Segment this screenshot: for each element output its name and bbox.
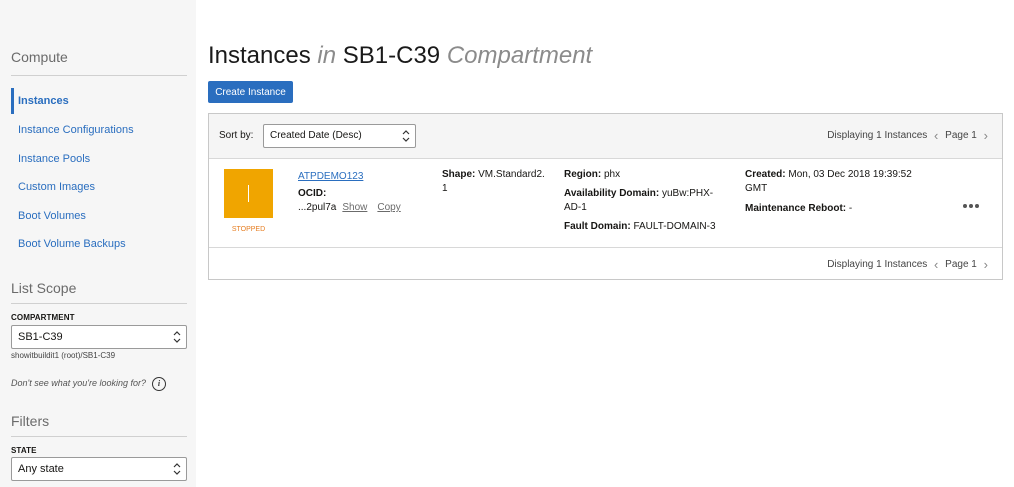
created-value-2: GMT [745, 183, 768, 194]
sort-label: Sort by: [219, 130, 254, 141]
divider [11, 75, 187, 76]
list-header: Sort by: Created Date (Desc) Displaying … [209, 114, 1002, 159]
fd-label: Fault Domain: [564, 221, 631, 232]
created-field: Created: Mon, 03 Dec 2018 19:39:52 GMT [745, 168, 912, 196]
pager-count: Displaying 1 Instances [827, 130, 928, 141]
instance-status-tile [224, 169, 273, 218]
region-label: Region: [564, 169, 602, 180]
divider [11, 436, 187, 437]
sidebar-item-instance-configurations[interactable]: Instance Configurations [11, 117, 187, 143]
title-compartment: SB1-C39 [342, 42, 441, 69]
sidebar: Compute Instances Instance Configuration… [0, 0, 196, 487]
created-label: Created: [745, 169, 786, 180]
chevron-left-icon[interactable]: ‹ [934, 257, 938, 272]
page-number: Page 1 [945, 130, 977, 141]
compartment-select[interactable]: SB1-C39 [11, 325, 187, 349]
state-select-value: Any state [18, 463, 64, 475]
page-title: Instances in SB1-C39 Compartment [208, 42, 592, 70]
state-select[interactable]: Any state [11, 457, 187, 481]
region-value: phx [604, 169, 621, 180]
chevron-left-icon[interactable]: ‹ [934, 128, 938, 143]
chevron-right-icon[interactable]: › [984, 257, 988, 272]
shape-value-2: 1 [442, 183, 448, 194]
help-text: Don't see what you're looking for? [11, 378, 147, 388]
instances-panel: Sort by: Created Date (Desc) Displaying … [208, 113, 1003, 280]
list-scope-heading: List Scope [11, 280, 77, 296]
create-instance-button[interactable]: Create Instance [208, 81, 293, 103]
created-value: Mon, 03 Dec 2018 19:39:52 [788, 169, 912, 180]
ocid-value-row: ...2pul7a Show Copy [298, 201, 401, 215]
chevron-up-down-icon [173, 463, 181, 475]
ocid-label: OCID: [298, 188, 327, 199]
compartment-label: COMPARTMENT [11, 313, 75, 322]
compartment-path: showitbuildit1 (root)/SB1-C39 [11, 351, 116, 360]
shape-label: Shape: [442, 169, 476, 180]
sidebar-item-boot-volume-backups[interactable]: Boot Volume Backups [11, 231, 187, 257]
page-number: Page 1 [945, 259, 977, 270]
sidebar-item-boot-volumes[interactable]: Boot Volumes [11, 203, 187, 229]
filters-heading: Filters [11, 413, 50, 429]
sidebar-item-custom-images[interactable]: Custom Images [11, 174, 187, 200]
fault-domain-field: Fault Domain: FAULT-DOMAIN-3 [564, 220, 716, 234]
maintenance-reboot-field: Maintenance Reboot: - [745, 202, 852, 216]
compute-heading: Compute [11, 49, 68, 65]
chevron-up-down-icon [402, 130, 410, 142]
ocid-value: ...2pul7a [298, 202, 337, 213]
fd-value: FAULT-DOMAIN-3 [633, 221, 716, 232]
sort-select-value: Created Date (Desc) [270, 130, 362, 141]
ocid-copy-link[interactable]: Copy [377, 202, 400, 213]
pager-top: Displaying 1 Instances ‹ Page 1 › [827, 128, 992, 143]
more-actions-icon[interactable] [963, 195, 985, 208]
ad-label: Availability Domain: [564, 188, 660, 199]
shape-value: VM.Standard2. [478, 169, 545, 180]
title-main: Instances [208, 42, 311, 69]
ocid-field: OCID: [298, 187, 326, 201]
maint-value: - [848, 203, 853, 214]
chevron-up-down-icon [173, 331, 181, 343]
sidebar-item-instance-pools[interactable]: Instance Pools [11, 146, 187, 172]
compartment-select-value: SB1-C39 [18, 331, 63, 343]
ad-value-2: AD-1 [564, 202, 587, 213]
sidebar-item-instances[interactable]: Instances [11, 88, 187, 114]
chevron-right-icon[interactable]: › [984, 128, 988, 143]
status-badge: STOPPED [231, 226, 266, 233]
pager-bottom: Displaying 1 Instances ‹ Page 1 › [827, 257, 992, 272]
ad-value: yuBw:PHX- [662, 188, 714, 199]
info-icon[interactable]: i [152, 377, 166, 391]
state-label: STATE [11, 446, 37, 455]
region-field: Region: phx [564, 168, 620, 182]
divider [11, 303, 187, 304]
shape-field: Shape: VM.Standard2. 1 [442, 168, 545, 196]
pager-count: Displaying 1 Instances [827, 259, 928, 270]
instance-name-link[interactable]: ATPDEMO123 [298, 171, 363, 182]
ocid-show-link[interactable]: Show [342, 202, 367, 213]
sort-select[interactable]: Created Date (Desc) [263, 124, 416, 148]
maint-label: Maintenance Reboot: [745, 203, 847, 214]
title-in: in [317, 42, 337, 69]
list-footer: Displaying 1 Instances ‹ Page 1 › [209, 247, 1002, 280]
availability-domain-field: Availability Domain: yuBw:PHX- AD-1 [564, 187, 713, 215]
title-suffix: Compartment [446, 42, 593, 69]
